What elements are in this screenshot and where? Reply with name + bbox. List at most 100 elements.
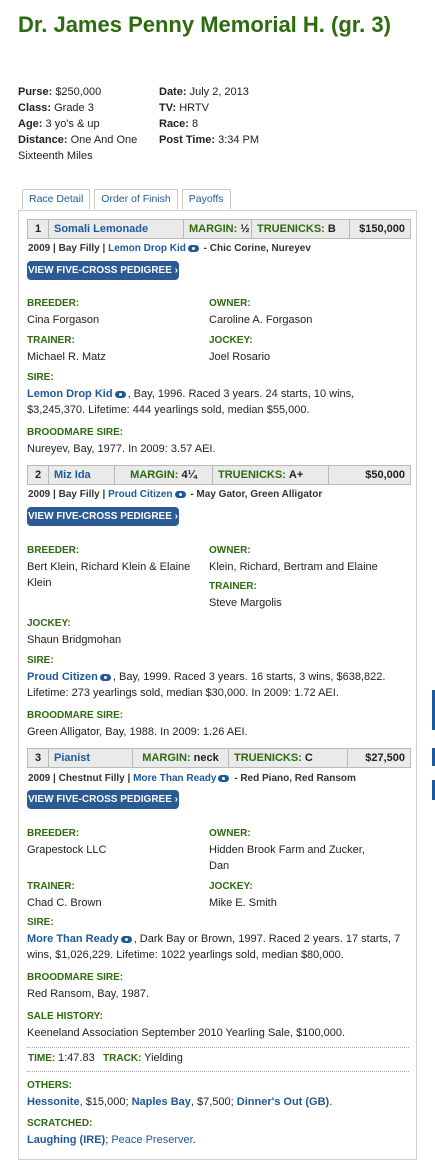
owner-value: Hidden Brook Farm and Zucker, Dan <box>209 844 365 872</box>
other-amount: , $15,000; <box>79 1096 132 1108</box>
tab-payoffs[interactable]: Payoffs <box>181 189 231 209</box>
broodmare-sire-label: BROODMARE SIRE: <box>27 710 124 721</box>
sale-history-value: Keeneland Association September 2010 Yea… <box>27 1027 346 1039</box>
view-pedigree-button[interactable]: VIEW FIVE-CROSS PEDIGREE › <box>27 261 179 280</box>
breeder-label: BREEDER: <box>27 298 80 309</box>
margin-cell: MARGIN: 4¼ <box>115 466 213 484</box>
sire-link[interactable]: Lemon Drop Kid <box>27 388 113 400</box>
info-sire-link[interactable]: More Than Ready <box>133 773 216 784</box>
margin-cell: MARGIN: neck <box>133 749 229 767</box>
info-suffix: - Chic Corine, Nureyev <box>203 243 311 254</box>
truenicks-cell: TRUENICKS: A+ <box>213 466 329 484</box>
owner-value: Caroline A. Forgason <box>209 314 313 326</box>
jockey-label: JOCKEY: <box>209 881 253 892</box>
date-value: July 2, 2013 <box>189 86 249 98</box>
earnings-value: $27,500 <box>365 752 405 764</box>
race-number-label: Race: <box>159 118 189 130</box>
sale-history-label: SALE HISTORY: <box>27 1011 103 1022</box>
scratched-horse-link[interactable]: Peace Preserver <box>111 1134 192 1146</box>
margin-label: MARGIN: <box>189 223 238 235</box>
breeder-label: BREEDER: <box>27 545 80 556</box>
trainer-value: Michael R. Matz <box>27 351 106 363</box>
broodmare-sire-value: Nureyev, Bay, 1977. In 2009: 3.57 AEI. <box>27 443 216 455</box>
breeder-value: Cina Forgason <box>27 314 100 326</box>
jockey-label: JOCKEY: <box>209 335 253 346</box>
info-prefix: 2009 | Chestnut Filly | <box>28 773 131 784</box>
sire-link[interactable]: Proud Citizen <box>27 671 98 683</box>
track-label: TRACK: <box>103 1053 142 1064</box>
margin-label: MARGIN: <box>142 752 191 764</box>
trainer-value: Steve Margolis <box>209 597 282 609</box>
info-sire-link[interactable]: Lemon Drop Kid <box>108 243 186 254</box>
truenicks-label: TRUENICKS: <box>257 223 325 235</box>
horse-name-link[interactable]: Miz Ida <box>49 466 115 484</box>
sire-label: SIRE: <box>27 917 54 928</box>
info-sire-link[interactable]: Proud Citizen <box>108 489 172 500</box>
class-value: Grade 3 <box>54 102 94 114</box>
purse-label: Purse: <box>18 86 53 98</box>
horse-name-link[interactable]: Somali Lemonade <box>49 220 184 238</box>
info-suffix: - May Gator, Green Alligator <box>190 489 323 500</box>
age-value: 3 yo's & up <box>45 118 100 130</box>
broodmare-sire-label: BROODMARE SIRE: <box>27 972 124 983</box>
margin-value: neck <box>193 752 219 764</box>
owner-value: Klein, Richard, Bertram and Elaine <box>209 561 378 573</box>
sire-value: More Than Ready, Dark Bay or Brown, 1997… <box>27 931 407 963</box>
owner-label: OWNER: <box>209 828 251 839</box>
truenicks-eye-icon[interactable] <box>187 244 199 252</box>
truenicks-label: TRUENICKS: <box>218 469 286 481</box>
broodmare-sire-value: Red Ransom, Bay, 1987. <box>27 988 150 1000</box>
race-meta-right: Date: July 2, 2013 TV: HRTV Race: 8 Post… <box>159 84 309 148</box>
purse-value: $250,000 <box>55 86 102 98</box>
breeder-value: Bert Klein, Richard Klein & Elaine Klein <box>27 561 191 589</box>
time-track-line: TIME: 1:47.83 TRACK: Yielding <box>28 1052 183 1064</box>
race-meta-left: Purse: $250,000 Class: Grade 3 Age: 3 yo… <box>18 84 153 164</box>
margin-value: ½ <box>240 223 250 235</box>
divider <box>27 1047 409 1048</box>
horse-info-line: 2009 | Bay Filly | Proud Citizen - May G… <box>28 489 322 500</box>
info-prefix: 2009 | Bay Filly | <box>28 243 106 254</box>
truenicks-value: B <box>327 223 336 235</box>
tab-bar: Race Detail Order of Finish Payoffs <box>22 189 235 209</box>
date-label: Date: <box>159 86 187 98</box>
finish-position: 1 <box>28 220 49 238</box>
finish-position: 3 <box>28 749 49 767</box>
truenicks-eye-icon[interactable] <box>99 673 111 681</box>
view-pedigree-button[interactable]: VIEW FIVE-CROSS PEDIGREE › <box>27 790 179 809</box>
class-label: Class: <box>18 102 52 114</box>
scratched-horse-link[interactable]: Laughing (IRE) <box>27 1134 105 1146</box>
other-horse-link[interactable]: Dinner's Out (GB) <box>237 1096 329 1108</box>
breeder-label: BREEDER: <box>27 828 80 839</box>
truenicks-eye-icon[interactable] <box>218 774 230 782</box>
tab-race-detail[interactable]: Race Detail <box>22 189 91 209</box>
sire-label: SIRE: <box>27 372 54 383</box>
broodmare-sire-label: BROODMARE SIRE: <box>27 427 124 438</box>
track-value: Yielding <box>144 1052 183 1064</box>
other-horse-link[interactable]: Hessonite <box>27 1096 80 1108</box>
others-value: Hessonite, $15,000; Naples Bay, $7,500; … <box>27 1094 407 1110</box>
truenicks-eye-icon[interactable] <box>120 935 132 943</box>
trainer-label: TRAINER: <box>27 335 75 346</box>
jockey-value: Shaun Bridgmohan <box>27 634 122 646</box>
jockey-value: Mike E. Smith <box>209 897 277 909</box>
view-pedigree-button[interactable]: VIEW FIVE-CROSS PEDIGREE › <box>27 507 179 526</box>
race-number-value: 8 <box>192 118 199 130</box>
margin-cell: MARGIN: ½ <box>184 220 252 238</box>
distance-label: Distance: <box>18 134 68 146</box>
scratched-sep: . <box>192 1134 196 1146</box>
sire-link[interactable]: More Than Ready <box>27 933 119 945</box>
horse-info-line: 2009 | Bay Filly | Lemon Drop Kid - Chic… <box>28 243 311 254</box>
finisher-header-3: 3 Pianist MARGIN: neck TRUENICKS: C $27,… <box>27 748 411 768</box>
tab-order-of-finish[interactable]: Order of Finish <box>94 189 178 209</box>
horse-name-link[interactable]: Pianist <box>49 749 133 767</box>
other-amount: , $7,500; <box>190 1096 237 1108</box>
truenicks-eye-icon[interactable] <box>114 390 126 398</box>
truenicks-value: C <box>304 752 313 764</box>
other-horse-link[interactable]: Naples Bay <box>132 1096 191 1108</box>
finisher-header-2: 2 Miz Ida MARGIN: 4¼ TRUENICKS: A+ $50,0… <box>27 465 411 485</box>
age-label: Age: <box>18 118 43 130</box>
trainer-label: TRAINER: <box>27 881 75 892</box>
truenicks-eye-icon[interactable] <box>174 490 186 498</box>
margin-value: 4¼ <box>181 469 197 481</box>
sire-value: Lemon Drop Kid, Bay, 1996. Raced 3 years… <box>27 386 402 418</box>
